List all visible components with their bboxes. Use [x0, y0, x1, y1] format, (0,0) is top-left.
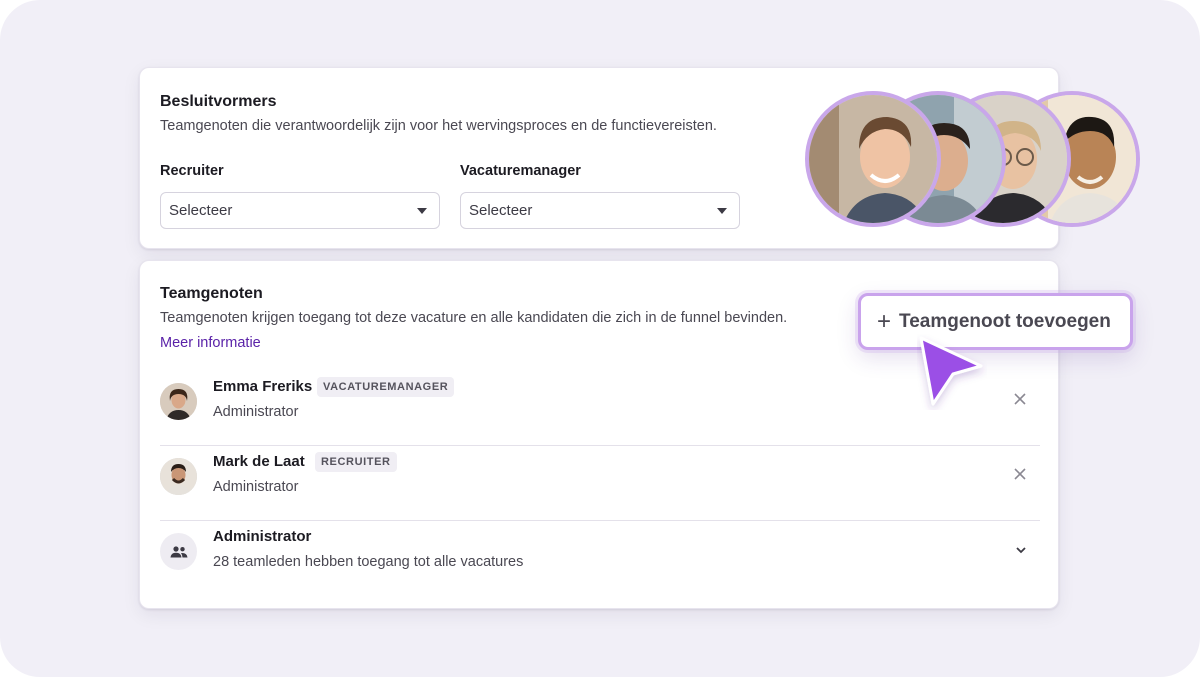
caret-down-icon	[417, 208, 427, 214]
role-badge: VACATUREMANAGER	[317, 377, 455, 397]
close-icon[interactable]	[1012, 391, 1028, 407]
plus-icon: +	[877, 307, 892, 335]
avatar	[160, 458, 197, 495]
team-description: Teamgenoten krijgen toegang tot deze vac…	[160, 310, 788, 326]
cursor-arrow-icon	[919, 336, 983, 406]
role-badge: RECRUITER	[315, 452, 397, 472]
app-background: Besluitvormers Teamgenoten die verantwoo…	[0, 0, 1200, 677]
manager-label: Vacaturemanager	[460, 163, 581, 179]
recruiter-label: Recruiter	[160, 163, 224, 179]
recruiter-select[interactable]: Selecteer	[160, 192, 440, 229]
group-avatar	[160, 533, 197, 570]
avatar	[805, 91, 941, 227]
more-info-link[interactable]: Meer informatie	[160, 335, 261, 351]
decision-makers-title: Besluitvormers	[160, 93, 277, 110]
add-teammate-button[interactable]: + Teamgenoot toevoegen	[858, 293, 1133, 350]
member-role: 28 teamleden hebben toegang tot alle vac…	[213, 554, 524, 570]
add-teammate-label: Teamgenoot toevoegen	[899, 310, 1111, 332]
manager-select-value: Selecteer	[469, 202, 533, 219]
chevron-down-icon[interactable]	[1014, 545, 1028, 555]
member-name: Emma Freriks	[213, 378, 313, 395]
team-member-row: Emma Freriks VACATUREMANAGER Administrat…	[160, 371, 1040, 446]
member-name: Administrator	[213, 528, 312, 545]
decision-makers-description: Teamgenoten die verantwoordelijk zijn vo…	[160, 118, 717, 134]
avatar	[160, 383, 197, 420]
caret-down-icon	[717, 208, 727, 214]
member-name: Mark de Laat	[213, 453, 305, 470]
team-member-row[interactable]: Administrator 28 teamleden hebben toegan…	[160, 521, 1040, 596]
team-title: Teamgenoten	[160, 285, 263, 302]
member-role: Administrator	[213, 479, 299, 495]
recruiter-select-value: Selecteer	[169, 202, 233, 219]
team-member-row: Mark de Laat RECRUITER Administrator	[160, 446, 1040, 521]
manager-select[interactable]: Selecteer	[460, 192, 740, 229]
close-icon[interactable]	[1012, 466, 1028, 482]
member-role: Administrator	[213, 404, 299, 420]
group-icon	[170, 545, 187, 557]
